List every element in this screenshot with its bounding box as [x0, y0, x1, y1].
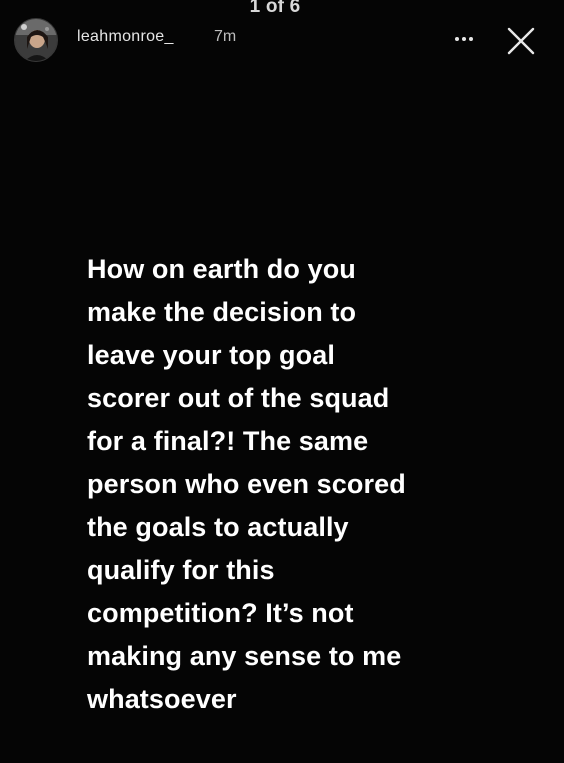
story-text-line: leave your top goal [87, 340, 335, 370]
story-text: How on earth do you make the decision to… [87, 248, 487, 721]
story-text-line: make the decision to [87, 297, 357, 327]
story-viewer[interactable]: 1 of 6 leahmonroe_ 7m How on earth do yo… [0, 0, 564, 763]
story-header: leahmonroe_ 7m [0, 0, 564, 80]
story-text-line: person who even scored [87, 469, 406, 499]
close-icon [507, 27, 535, 55]
story-text-line: How on earth do you [87, 254, 356, 284]
more-dot [462, 37, 466, 41]
more-options-button[interactable] [450, 28, 480, 48]
avatar[interactable] [14, 18, 58, 62]
username[interactable]: leahmonroe_ [77, 28, 174, 46]
story-text-line: competition? It’s not [87, 598, 354, 628]
close-button[interactable] [504, 24, 538, 58]
avatar-image [15, 19, 57, 61]
story-text-line: whatsoever [87, 684, 237, 714]
more-dot [469, 37, 473, 41]
story-text-line: the goals to actually [87, 512, 349, 542]
post-timestamp: 7m [214, 28, 237, 45]
more-horizontal-icon [455, 37, 459, 41]
story-text-line: making any sense to me [87, 641, 402, 671]
story-text-line: for a final?! The same [87, 426, 369, 456]
story-text-line: scorer out of the squad [87, 383, 390, 413]
story-text-line: qualify for this [87, 555, 275, 585]
